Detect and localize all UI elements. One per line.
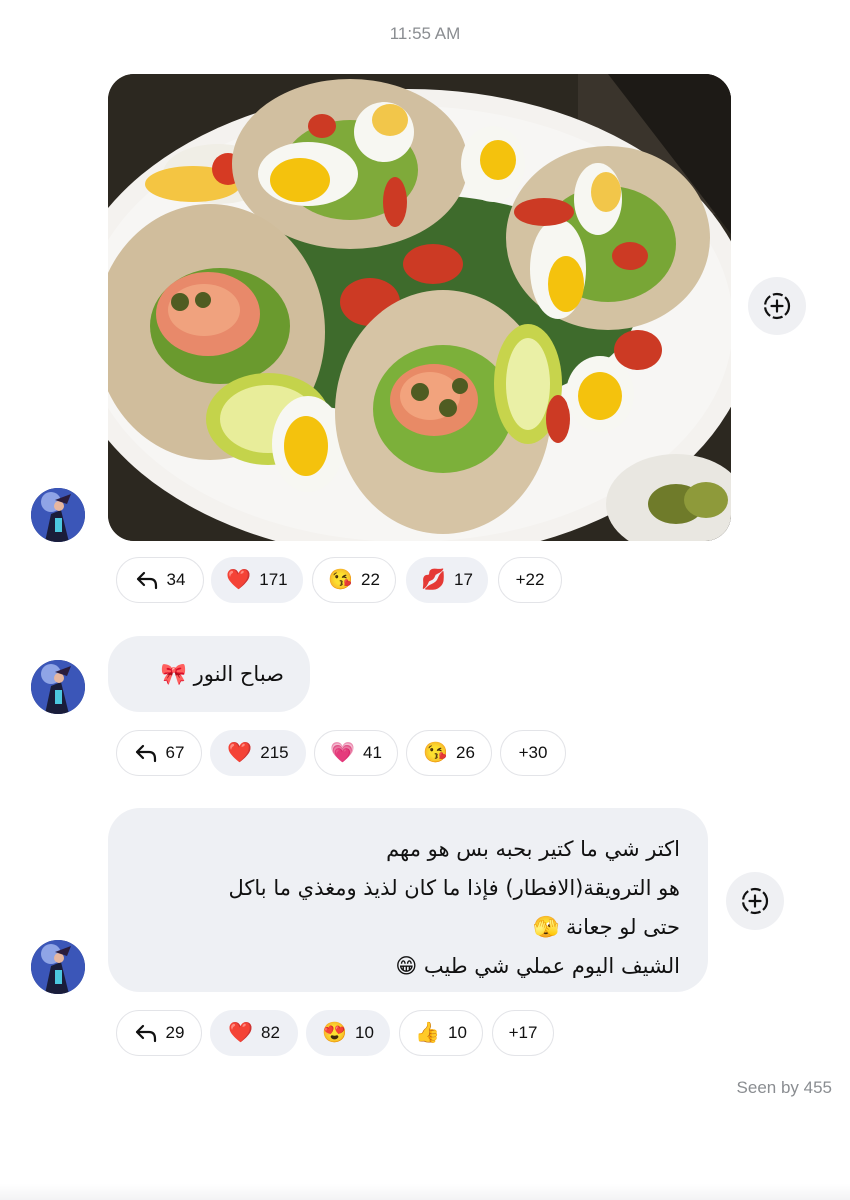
message-timestamp: 11:55 AM (389, 24, 461, 43)
sender-avatar[interactable] (31, 940, 85, 994)
thumbs-up-emoji: 👍 (415, 1022, 440, 1044)
bottom-fade (0, 1184, 850, 1200)
reaction-count: 67 (165, 743, 185, 762)
reaction-sparkling-heart[interactable]: 💗 41 (314, 730, 398, 776)
kissing-face-emoji: 😘 (423, 742, 448, 764)
add-reaction-button[interactable] (726, 872, 784, 930)
reaction-count: 10 (354, 1023, 374, 1042)
seen-by-status: Seen by 455 (736, 1078, 832, 1097)
more-reactions-button[interactable]: +22 (498, 557, 562, 603)
reaction-count: 29 (165, 1023, 185, 1042)
reply-icon (135, 1024, 156, 1043)
red-heart-emoji: ❤️ (227, 742, 253, 764)
more-reactions-button[interactable]: +17 (492, 1010, 554, 1056)
reply-reaction[interactable]: 29 (116, 1010, 202, 1056)
red-heart-emoji: ❤️ (228, 1022, 253, 1044)
shared-photo-breakfast[interactable] (108, 74, 731, 541)
kissing-face-emoji: 😘 (328, 569, 353, 591)
reaction-count: 10 (447, 1023, 467, 1042)
reaction-kiss-mark[interactable]: 💋 17 (406, 557, 488, 603)
reaction-red-heart[interactable]: ❤️ 171 (211, 557, 303, 603)
reaction-count: 82 (260, 1023, 280, 1042)
kiss-mark-emoji: 💋 (421, 569, 446, 591)
avatar-image (31, 940, 85, 994)
reaction-thumbs-up[interactable]: 👍 10 (399, 1010, 483, 1056)
more-reactions-count: +17 (508, 1023, 538, 1042)
reply-icon (136, 571, 157, 590)
message-text: صباح النور 🎀 (160, 662, 284, 686)
reaction-count: 34 (166, 570, 186, 589)
add-reaction-icon (741, 887, 769, 915)
message-bubble[interactable]: اكتر شي ما كتير بحبه بس هو مهم هو التروي… (108, 808, 708, 992)
reaction-kissing-face[interactable]: 😘 26 (406, 730, 492, 776)
reply-reaction[interactable]: 67 (116, 730, 202, 776)
more-reactions-button[interactable]: +30 (500, 730, 566, 776)
reaction-count: 215 (260, 743, 289, 762)
reaction-red-heart[interactable]: ❤️ 82 (210, 1010, 298, 1056)
reaction-count: 22 (360, 570, 380, 589)
reaction-kissing-face[interactable]: 😘 22 (312, 557, 396, 603)
red-heart-emoji: ❤️ (226, 569, 252, 591)
message-text-line: الشيف اليوم عملي شي طيب 😁 (395, 954, 680, 978)
reaction-count: 17 (453, 570, 473, 589)
reaction-count: 171 (259, 570, 288, 589)
avatar-image (31, 660, 85, 714)
sparkling-heart-emoji: 💗 (330, 742, 355, 764)
message-text-line: هو الترويقة(الافطار) فإذا ما كان لذيذ وم… (228, 876, 681, 900)
sender-avatar[interactable] (31, 660, 85, 714)
message-text-line: اكتر شي ما كتير بحبه بس هو مهم (386, 837, 680, 861)
message-bubble[interactable]: صباح النور 🎀 (108, 636, 310, 712)
sender-avatar[interactable] (31, 488, 85, 542)
breakfast-plate-image (108, 74, 731, 541)
reaction-heart-eyes[interactable]: 😍 10 (306, 1010, 390, 1056)
reaction-count: 41 (362, 743, 382, 762)
add-reaction-icon (763, 292, 791, 320)
more-reactions-count: +30 (518, 743, 548, 762)
reply-reaction[interactable]: 34 (116, 557, 204, 603)
add-reaction-button[interactable] (748, 277, 806, 335)
avatar-image (31, 488, 85, 542)
reaction-red-heart[interactable]: ❤️ 215 (210, 730, 306, 776)
message-text-line: حتى لو جعانة 🫣 (533, 915, 680, 939)
more-reactions-count: +22 (515, 570, 545, 589)
heart-eyes-emoji: 😍 (322, 1022, 347, 1044)
reply-icon (135, 744, 156, 763)
reaction-count: 26 (455, 743, 475, 762)
